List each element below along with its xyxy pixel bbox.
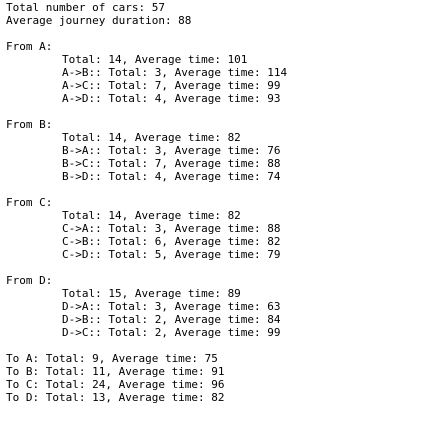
from-d-header: From D: [6,274,53,287]
route-a-d: A->D:: Total: 4, Average time: 93 [62,92,281,105]
to-b-line: To B: Total: 11, Average time: 91 [6,365,225,378]
route-d-c: D->C:: Total: 2, Average time: 99 [62,326,281,339]
from-b-total: Total: 14, Average time: 82 [62,131,241,144]
from-d-total: Total: 15, Average time: 89 [62,287,241,300]
total-cars-text: Total number of cars: 57 [6,1,165,14]
from-c-header: From C: [6,196,53,209]
total-cars-line: Total number of cars: 57 [6,1,416,14]
from-c-total: Total: 14, Average time: 82 [62,209,241,222]
route-c-d: C->D:: Total: 5, Average time: 79 [62,248,281,261]
terminal-output[interactable]: Total number of cars: 57 Average journey… [6,1,416,431]
from-a-total: Total: 14, Average time: 101 [62,53,248,66]
route-a-c: A->C:: Total: 7, Average time: 99 [62,79,281,92]
route-d-a: D->A:: Total: 3, Average time: 63 [62,300,281,313]
to-a-line: To A: Total: 9, Average time: 75 [6,352,218,365]
route-c-a: C->A:: Total: 3, Average time: 88 [62,222,281,235]
route-c-b: C->B:: Total: 6, Average time: 82 [62,235,281,248]
route-b-d: B->D:: Total: 4, Average time: 74 [62,170,281,183]
route-b-a: B->A:: Total: 3, Average time: 76 [62,144,281,157]
from-b-header: From B: [6,118,53,131]
to-c-line: To C: Total: 24, Average time: 96 [6,378,225,391]
route-a-b: A->B:: Total: 3, Average time: 114 [62,66,288,79]
to-d-line: To D: Total: 13, Average time: 82 [6,391,225,404]
route-b-c: B->C:: Total: 7, Average time: 88 [62,157,281,170]
avg-duration-line: Average journey duration: 88 [6,14,192,27]
from-a-header: From A: [6,40,53,53]
route-d-b: D->B:: Total: 2, Average time: 84 [62,313,281,326]
